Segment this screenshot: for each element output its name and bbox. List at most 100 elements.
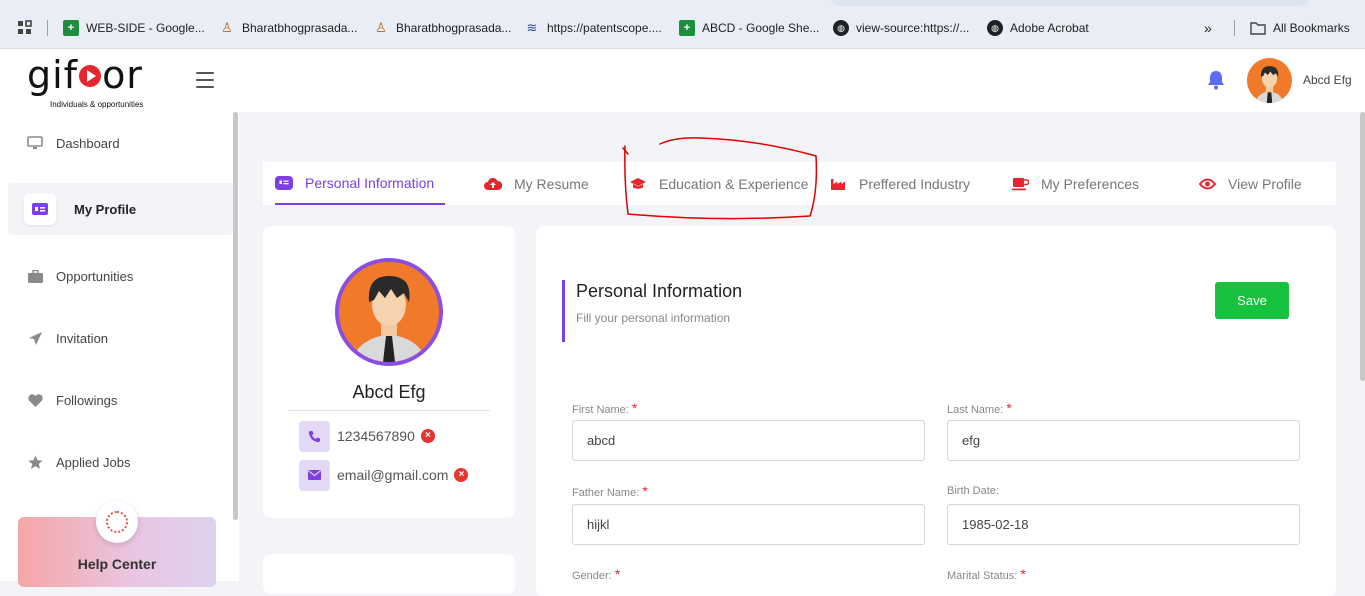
help-lifebuoy-icon[interactable] [96,501,138,543]
bookmark-item[interactable]: ≋ https://patentscope.... [524,18,662,38]
briefcase-icon [26,267,44,285]
tab-preffered-industry[interactable]: Preffered Industry [829,162,970,205]
sidebar-item-invitation[interactable]: Invitation [0,312,232,364]
label-text: Birth Date: [947,485,999,497]
sidebar-item-dashboard[interactable]: Dashboard [0,117,232,169]
bookmark-label: Bharatbhogprasada... [242,21,358,35]
tab-label: Education & Experience [659,175,809,192]
help-center-label: Help Center [77,556,157,572]
bookmark-item[interactable]: ◍ Adobe Acrobat [987,18,1089,38]
hamburger-menu-icon[interactable] [196,72,214,88]
doll-icon: ♙ [375,20,387,35]
globe-icon: ◍ [987,20,1003,36]
bookmark-label: WEB-SIDE - Google... [86,21,205,35]
tab-label: Preffered Industry [859,175,971,192]
birth-date-label: Birth Date: [947,485,999,497]
input-value: efg [962,433,981,448]
sidebar-item-label: Dashboard [56,135,120,151]
apps-grid-icon[interactable] [17,18,33,38]
bookmarks-bar: + WEB-SIDE - Google... ♙ Bharatbhogprasa… [0,0,1365,49]
logo-text-suffix: or [102,53,143,97]
industry-icon [829,175,847,193]
sidebar-item-followings[interactable]: Followings [0,374,232,426]
email-row: email@gmail.com × [299,459,469,491]
tab-my-preferences[interactable]: My Preferences [1011,162,1139,205]
logo-text-prefix: gif [27,53,79,97]
last-name-input[interactable]: efg [947,420,1300,461]
paper-plane-icon [26,329,44,347]
required-asterisk: * [631,400,638,416]
bookmark-label: view-source:https://... [856,21,970,35]
sidebar: Dashboard My Profile Opportunities Invit… [0,112,239,587]
tab-label: My Preferences [1041,175,1140,192]
birth-date-input[interactable]: 1985-02-18 [947,504,1300,545]
header-user-name[interactable]: Abcd Efg [1303,73,1352,87]
sidebar-item-my-profile[interactable]: My Profile [8,183,233,235]
user-avatar[interactable] [1247,58,1292,103]
secondary-card [263,554,515,594]
sidebar-item-label: Followings [56,392,118,408]
profile-avatar[interactable] [335,258,443,366]
bookmark-item[interactable]: + WEB-SIDE - Google... [63,18,205,38]
sidebar-item-opportunities[interactable]: Opportunities [0,250,232,302]
required-asterisk: * [614,566,621,582]
tab-view-profile[interactable]: View Profile [1198,162,1302,205]
monitor-icon [26,134,44,152]
tab-personal-information[interactable]: Personal Information [275,162,445,205]
section-subtitle: Fill your personal information [576,311,731,325]
chevron-double-right-icon: » [1204,20,1212,36]
input-value: 1985-02-18 [962,517,1029,532]
cloud-upload-icon [484,175,502,193]
bell-icon[interactable] [1207,70,1225,90]
phone-icon [299,420,330,452]
label-text: Father Name: [572,487,640,499]
label-text: Last Name: [947,404,1004,416]
bookmarks-overflow-button[interactable]: » [1204,18,1212,38]
unverified-x-icon[interactable]: × [420,429,435,443]
tab-education-experience[interactable]: Education & Experience [629,162,808,205]
sidebar-item-label: Applied Jobs [56,454,131,470]
logo-tagline: Individuals & opportunities [50,100,144,109]
sidebar-scrollbar[interactable] [233,112,238,520]
bookmark-item[interactable]: ◍ view-source:https://... [833,18,969,38]
all-bookmarks-button[interactable]: All Bookmarks [1250,18,1350,38]
play-icon [79,65,102,87]
sidebar-item-label: My Profile [74,201,137,217]
bookmark-item[interactable]: + ABCD - Google She... [679,18,819,38]
personal-information-form: Personal Information Fill your personal … [536,226,1336,596]
gifgor-logo[interactable]: gif or [27,55,143,95]
first-name-input[interactable]: abcd [572,420,925,461]
tab-label: View Profile [1228,175,1302,192]
tab-my-resume[interactable]: My Resume [484,162,589,205]
sheets-icon: + [63,20,79,36]
bookmark-separator [47,20,48,36]
required-asterisk: * [1006,400,1012,416]
profile-tabs: Personal Information My Resume Education… [263,162,1336,205]
father-name-input[interactable]: hijkl [572,504,925,545]
doll-icon: ♙ [221,20,233,35]
bookmark-item[interactable]: ♙ Bharatbhogprasada... [373,18,511,38]
bookmark-label: ABCD - Google She... [702,21,820,35]
unverified-x-icon[interactable]: × [454,468,469,482]
envelope-icon [299,459,330,491]
sidebar-item-applied-jobs[interactable]: Applied Jobs [0,436,232,488]
patentscope-icon: ≋ [526,20,538,35]
section-accent-bar [562,280,565,342]
email-address: email@gmail.com [337,467,449,483]
required-asterisk: * [1020,566,1026,582]
sidebar-item-label: Invitation [56,330,109,346]
heart-icon [26,391,44,409]
bookmark-separator [1234,20,1235,36]
save-button[interactable]: Save [1215,282,1289,319]
mug-icon [1011,175,1029,193]
globe-icon: ◍ [833,20,849,36]
profile-summary-card: Abcd Efg 1234567890 × email@gmail.com × [263,226,515,518]
bookmark-label: Bharatbhogprasada... [396,21,512,35]
marital-status-label: Marital Status: * [947,566,1026,582]
phone-row: 1234567890 × [299,420,435,452]
sheets-icon: + [679,20,695,36]
input-value: hijkl [587,517,610,532]
id-card-icon [24,193,56,225]
bookmark-item[interactable]: ♙ Bharatbhogprasada... [219,18,357,38]
main-scrollbar[interactable] [1360,112,1365,381]
